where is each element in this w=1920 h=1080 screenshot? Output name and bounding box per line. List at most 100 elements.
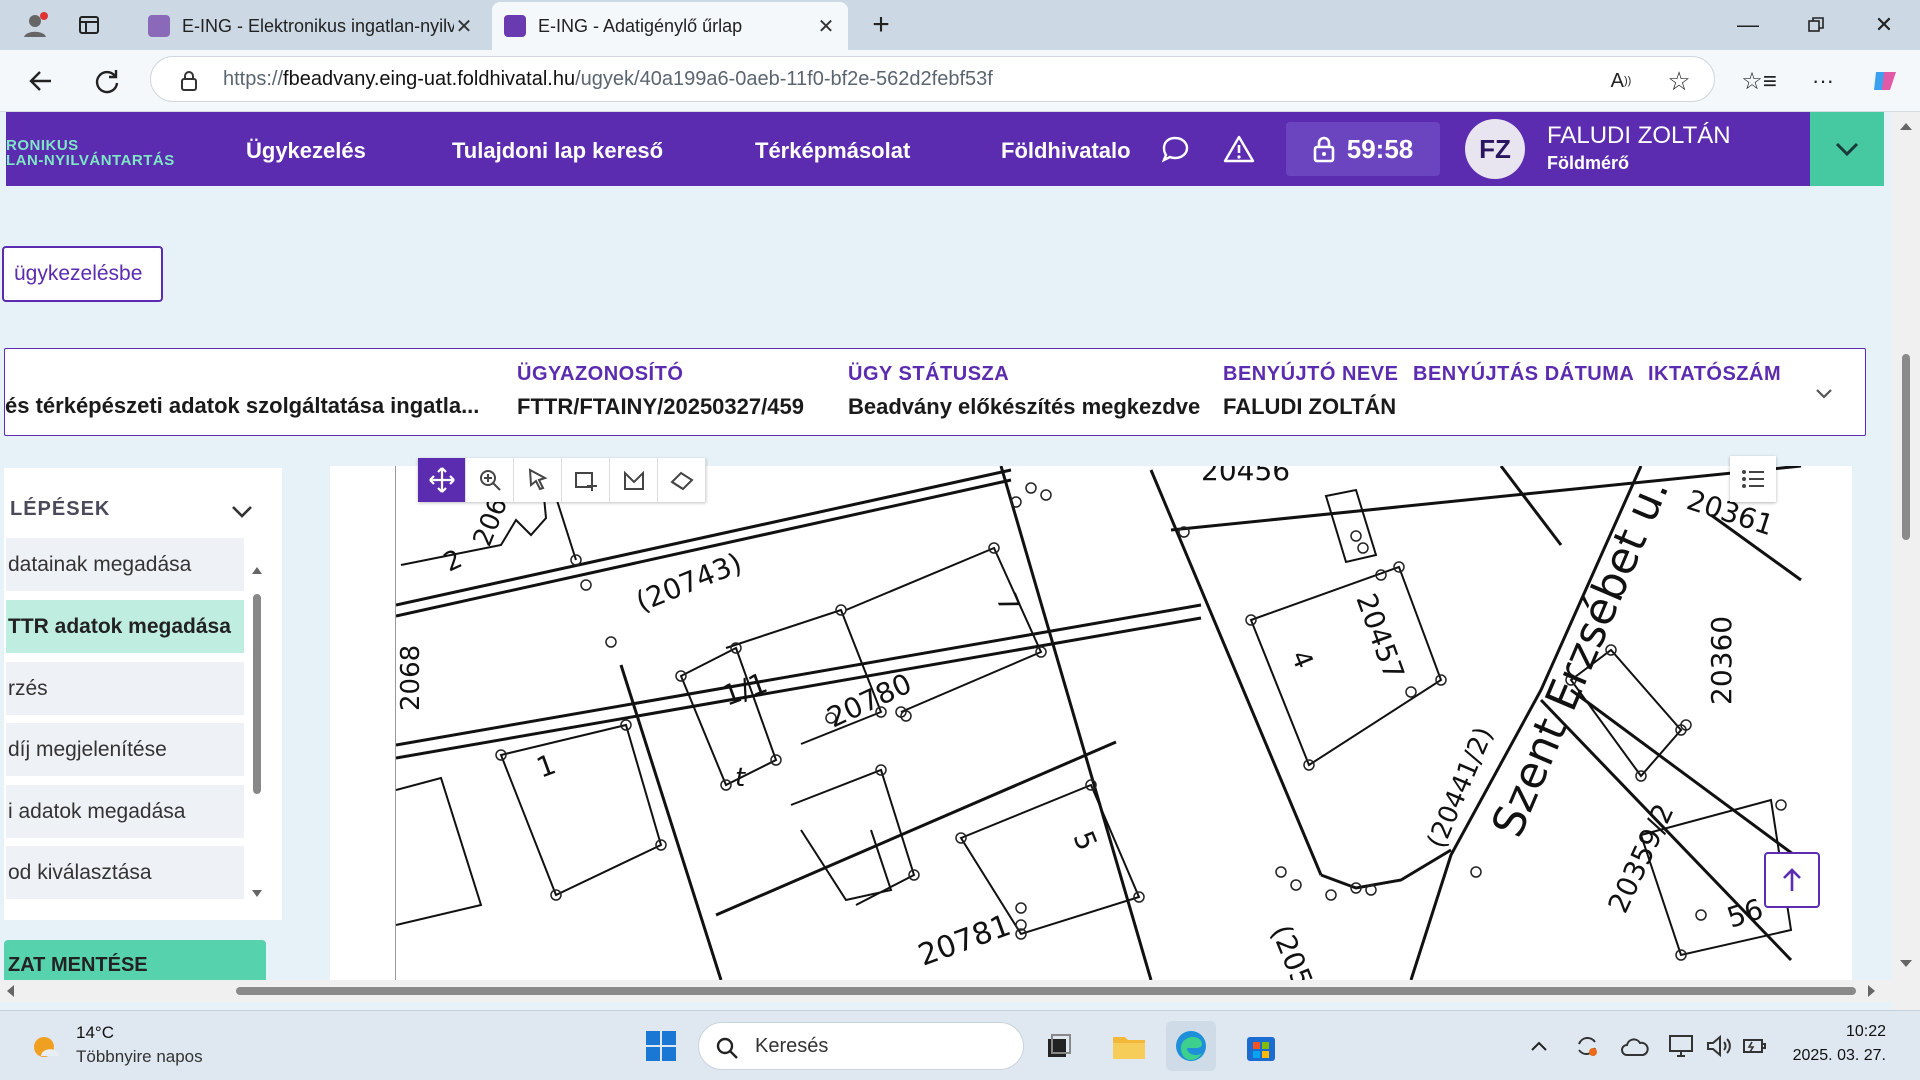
nav-foldhivatalok[interactable]: Földhivatalo — [1001, 138, 1131, 164]
map-label: (20743) — [631, 546, 746, 618]
eing-favicon-icon — [148, 15, 170, 37]
brand-logo[interactable]: RONIKUS LAN-NYILVÁNTARTÁS — [6, 138, 175, 168]
browser-tab-bar: E-ING - Elektronikus ingatlan-nyilv ✕ E-… — [0, 0, 1920, 50]
step-item-active[interactable]: TTR adatok megadása — [6, 600, 244, 653]
windows-taskbar: 14°C Többnyire napos Keresés 10:22 2025.… — [0, 1010, 1920, 1080]
map-label: 20781 — [914, 908, 1016, 974]
chat-icon[interactable] — [1158, 132, 1192, 166]
weather-description[interactable]: Többnyire napos — [76, 1047, 203, 1067]
clock-date[interactable]: 2025. 03. 27. — [1770, 1047, 1886, 1065]
step-item[interactable]: rzés — [6, 662, 244, 715]
add-area-icon[interactable] — [562, 458, 610, 502]
nav-terkepmasolat[interactable]: Térképmásolat — [755, 138, 910, 164]
network-icon[interactable] — [1666, 1031, 1696, 1061]
session-timer[interactable]: 59:58 — [1286, 122, 1440, 176]
new-tab-icon[interactable]: + — [866, 8, 896, 41]
address-bar: https://fbeadvany.eing-uat.foldhivatal.h… — [0, 50, 1920, 112]
avatar[interactable]: FZ — [1465, 119, 1525, 179]
file-explorer-icon[interactable] — [1104, 1021, 1154, 1071]
favorite-star-icon[interactable]: ☆ — [1664, 66, 1694, 96]
app-header: RONIKUS LAN-NYILVÁNTARTÁS Ügykezelés Tul… — [6, 112, 1816, 186]
search-icon — [714, 1035, 740, 1061]
submitter-name-value: FALUDI ZOLTÁN — [1223, 394, 1397, 419]
more-icon[interactable]: ··· — [1808, 66, 1838, 96]
filing-number-label: IKTATÓSZÁM — [1648, 363, 1782, 385]
favorites-icon[interactable]: ☆≡ — [1741, 66, 1777, 96]
map-label: 5 — [1067, 826, 1104, 855]
microsoft-store-icon[interactable] — [1236, 1021, 1286, 1071]
map-label: 1/1 — [718, 666, 772, 712]
layers-list-button[interactable] — [1730, 456, 1776, 502]
chevron-down-icon[interactable] — [228, 498, 256, 526]
eraser-icon[interactable] — [658, 458, 706, 502]
weather-sun-icon[interactable] — [28, 1029, 64, 1065]
header-menu-toggle[interactable] — [1810, 112, 1884, 186]
restore-icon[interactable] — [1780, 0, 1852, 50]
case-info-bar: és térképészeti adatok szolgáltatása ing… — [4, 348, 1866, 436]
steps-panel: LÉPÉSEK datainak megadása TTR adatok meg… — [4, 468, 282, 920]
close-tab-icon[interactable]: ✕ — [816, 14, 836, 39]
task-view-icon[interactable] — [1034, 1021, 1084, 1071]
back-arrow-icon[interactable] — [24, 64, 58, 98]
taskbar-search-placeholder: Keresés — [755, 1034, 829, 1057]
map-label: 20457 — [1349, 589, 1410, 684]
street-name-label: Szent Erzsébet u. — [1482, 471, 1679, 845]
back-to-case-management-button[interactable]: ügykezelésbe — [2, 246, 163, 302]
battery-icon[interactable] — [1740, 1031, 1770, 1061]
profile-icon[interactable] — [18, 8, 52, 42]
tab-adatigenylo[interactable]: E-ING - Adatigénylő űrlap ✕ — [492, 2, 848, 50]
steps-title: LÉPÉSEK — [10, 498, 111, 520]
map-label: 2068 — [396, 645, 426, 711]
list-icon — [1742, 470, 1764, 488]
steps-scrollbar[interactable] — [250, 556, 264, 906]
user-name[interactable]: FALUDI ZOLTÁN — [1547, 122, 1731, 150]
nav-ugykezeles[interactable]: Ügykezelés — [246, 138, 366, 164]
case-status-label: ÜGY STÁTUSZA — [848, 363, 1010, 385]
warning-icon[interactable] — [1222, 132, 1256, 166]
step-item[interactable]: díj megjelenítése — [6, 723, 244, 776]
close-tab-icon[interactable]: ✕ — [454, 14, 474, 39]
nav-tulajdoni-lap-kereso[interactable]: Tulajdoni lap kereső — [452, 138, 663, 164]
onedrive-icon[interactable] — [1620, 1031, 1650, 1061]
volume-icon[interactable] — [1704, 1031, 1734, 1061]
cadastral-map[interactable]: (20743) 20780 2 206 1/1 t 1 7 5 20781 20… — [395, 466, 1803, 980]
step-item[interactable]: od kiválasztása — [6, 846, 244, 899]
expand-info-icon[interactable] — [1811, 381, 1837, 407]
page-vertical-scrollbar[interactable] — [1892, 112, 1920, 1012]
map-label: 20456 — [1201, 466, 1290, 487]
tab-title: E-ING - Elektronikus ingatlan-nyilv — [182, 15, 454, 36]
tray-chevron-up-icon[interactable] — [1526, 1033, 1552, 1059]
scroll-to-top-button[interactable] — [1764, 852, 1820, 908]
lock-icon[interactable] — [176, 68, 202, 94]
cadastral-map-drawing: (20743) 20780 2 206 1/1 t 1 7 5 20781 20… — [396, 466, 1802, 980]
tab-eing-main[interactable]: E-ING - Elektronikus ingatlan-nyilv ✕ — [136, 2, 486, 50]
map-label: t — [735, 763, 746, 793]
pan-tool-icon[interactable] — [418, 458, 466, 502]
submitter-name-label: BENYÚJTÓ NEVE — [1223, 363, 1399, 385]
eing-favicon-icon — [504, 15, 526, 37]
windows-start-icon[interactable] — [636, 1021, 686, 1071]
weather-temperature[interactable]: 14°C — [76, 1023, 114, 1043]
taskbar-search-input[interactable]: Keresés — [698, 1022, 1024, 1070]
copilot-icon[interactable] — [1868, 64, 1902, 98]
page-horizontal-scrollbar[interactable] — [0, 980, 1892, 1002]
map-label: 7 — [990, 588, 1027, 617]
edge-browser-icon[interactable] — [1166, 1021, 1216, 1071]
zoom-in-icon[interactable] — [466, 458, 514, 502]
tab-actions-icon[interactable] — [76, 12, 102, 38]
url-host: fbeadvany.eing-uat.foldhivatal.hu — [283, 67, 576, 90]
step-item[interactable]: i adatok megadása — [6, 785, 244, 838]
polygon-tool-icon[interactable] — [610, 458, 658, 502]
step-item[interactable]: datainak megadása — [6, 538, 244, 591]
reload-icon[interactable] — [90, 64, 124, 98]
select-pointer-icon[interactable] — [514, 458, 562, 502]
brand-line-1: RONIKUS — [6, 137, 79, 154]
read-aloud-icon[interactable]: A)) — [1606, 66, 1636, 96]
clock-time[interactable]: 10:22 — [1790, 1023, 1886, 1041]
close-window-icon[interactable]: ✕ — [1848, 0, 1920, 50]
map-label: 2 — [439, 544, 467, 578]
url-input[interactable]: https://fbeadvany.eing-uat.foldhivatal.h… — [150, 56, 1715, 102]
minimize-icon[interactable]: — — [1712, 0, 1784, 50]
sync-icon[interactable] — [1572, 1031, 1602, 1061]
brand-line-2: LAN-NYILVÁNTARTÁS — [6, 152, 175, 169]
